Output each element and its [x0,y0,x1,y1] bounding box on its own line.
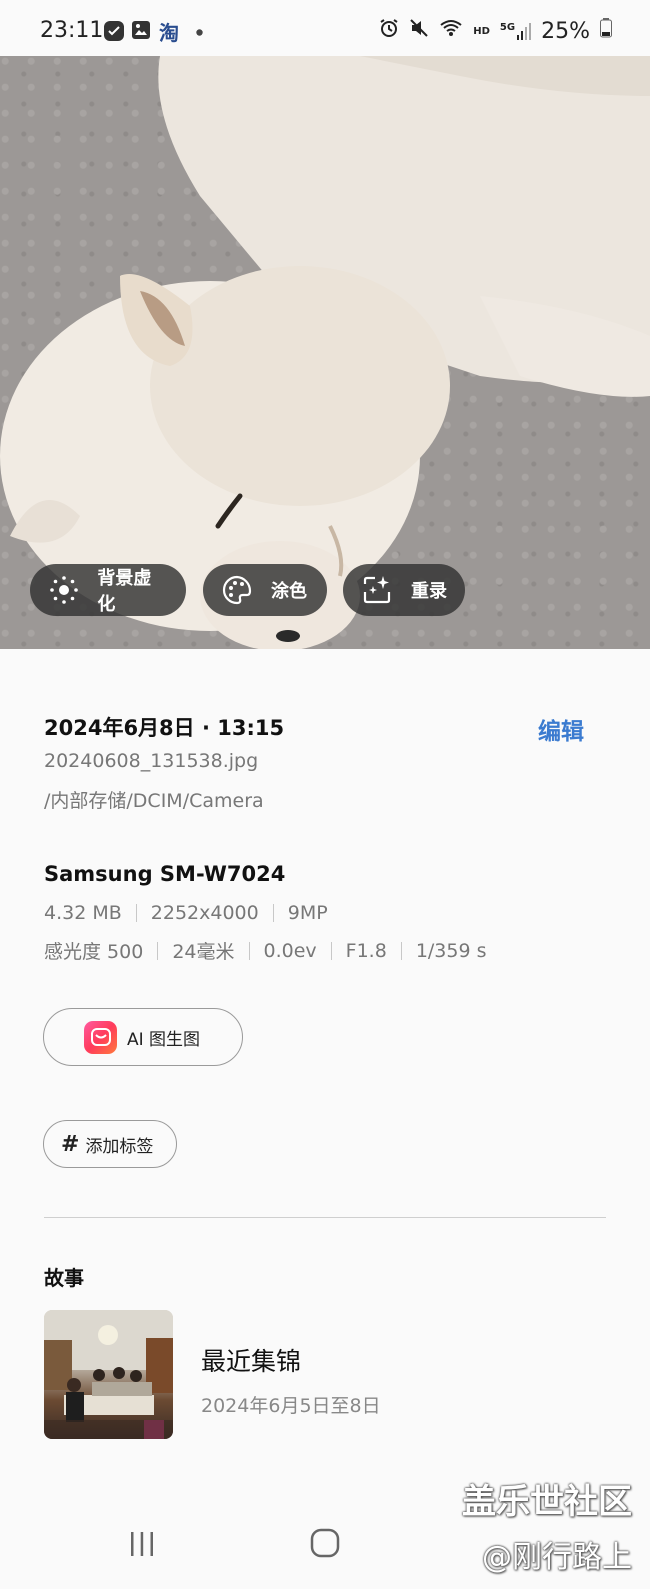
hashtag-icon: # [61,1131,80,1157]
separator [330,941,332,960]
sparkle-frame-icon [359,572,395,608]
megapixels: 9MP [287,902,328,924]
alarm-icon [379,18,399,44]
colorize-button[interactable]: 涂色 [203,564,327,616]
network-type-label: 5G [499,22,516,33]
more-notifications-dot-icon [196,29,203,36]
remaster-label: 重录 [411,581,447,602]
story-thumbnail[interactable] [44,1310,173,1439]
dog-photo-image [0,56,650,649]
palette-icon [219,572,255,608]
file-size: 4.32 MB [44,902,122,924]
signal-icon: 5G [499,22,532,40]
story-name[interactable]: 最近集锦 [201,1342,301,1378]
group-photo-image [44,1310,173,1439]
status-time: 23:11 [40,18,104,43]
separator [248,941,250,960]
iso-value: 感光度 500 [44,941,144,963]
sun-blur-icon [46,572,81,608]
ai-image-to-image-label: AI 图生图 [127,1029,201,1050]
aperture-value: F1.8 [345,939,387,962]
hd-indicator: HD [473,25,490,37]
shutter-speed: 1/359 s [415,939,487,962]
exposure-value: 0.0ev [263,939,317,962]
file-specs-row: 4.32 MB 2252x4000 9MP [44,902,328,924]
image-resolution: 2252x4000 [150,902,259,924]
battery-percentage: 25% [541,18,590,44]
background-blur-button[interactable]: 背景虚化 [30,564,186,616]
mute-icon [409,18,429,44]
remaster-button[interactable]: 重录 [343,564,465,616]
watermark-community: 盖乐世社区 [462,1482,632,1522]
watermark-author: @刚行路上 [482,1540,632,1575]
file-path[interactable]: /内部存储/DCIM/Camera [44,786,264,813]
add-tag-button[interactable]: # 添加标签 [43,1120,177,1168]
stories-heading: 故事 [44,1266,84,1290]
photo-date: 2024年6月8日 · 13:15 [44,716,285,740]
background-blur-label: 背景虚化 [97,568,152,615]
separator [400,941,402,960]
recent-apps-icon[interactable] [128,1530,156,1562]
separator [135,904,137,922]
separator [272,904,274,922]
ai-app-icon [84,1020,117,1054]
home-icon[interactable] [310,1528,340,1562]
photo-preview[interactable]: 背景虚化 涂色 重录 [0,56,650,649]
ai-image-to-image-button[interactable]: AI 图生图 [43,1008,243,1066]
gallery-notification-icon [131,20,151,40]
taobao-notification-icon: 淘 [159,21,179,45]
separator [157,941,159,960]
check-notification-icon [103,20,125,42]
status-bar: 23:11 淘 HD 5G 25% [0,0,650,56]
file-name: 20240608_131538.jpg [44,750,259,772]
focal-length: 24毫米 [172,941,235,963]
camera-specs-row: 感光度 500 24毫米 0.0ev F1.8 1/359 s [44,937,487,964]
section-divider [44,1217,606,1218]
edit-details-link[interactable]: 编辑 [538,712,584,746]
device-model: Samsung SM-W7024 [44,862,286,886]
add-tag-label: 添加标签 [85,1136,154,1157]
story-date-range: 2024年6月5日至8日 [201,1395,381,1417]
wifi-icon [439,18,463,44]
colorize-label: 涂色 [271,581,307,602]
battery-icon [600,18,612,44]
